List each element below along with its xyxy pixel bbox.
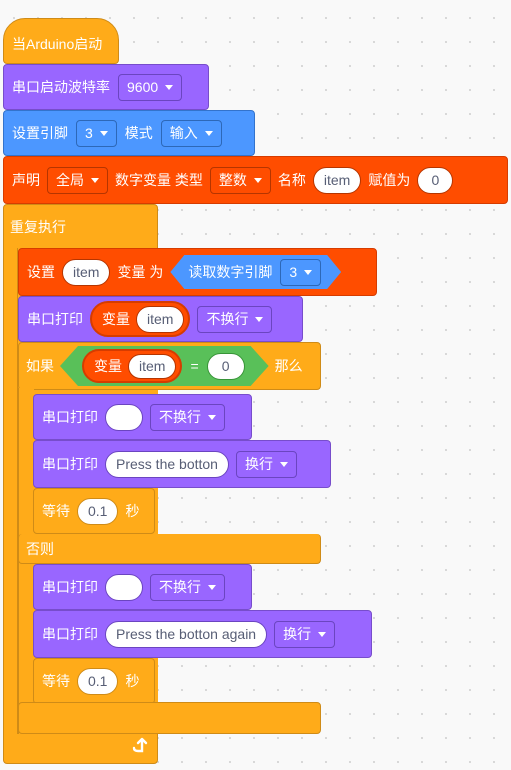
type-value: 整数 xyxy=(218,172,247,188)
chevron-down-icon xyxy=(304,270,312,275)
declare-label: 声明 xyxy=(12,172,40,188)
else-label: 否则 xyxy=(26,540,54,557)
chevron-down-icon xyxy=(255,316,264,322)
serial-print-label: 串口打印 xyxy=(42,626,98,642)
wait-seconds-input[interactable]: 0.1 xyxy=(77,497,119,525)
chevron-down-icon xyxy=(91,177,99,183)
scope-value: 全局 xyxy=(56,172,84,188)
serial-print-label: 串口打印 xyxy=(42,409,98,425)
serial-print-variable-block[interactable]: 串口打印 变量 item 不换行 xyxy=(18,296,303,342)
print-text-input[interactable] xyxy=(105,573,143,601)
set-pin-label: 设置引脚 xyxy=(12,125,68,141)
newline-value: 不换行 xyxy=(206,311,249,327)
chevron-down-icon xyxy=(99,130,108,136)
variable-reporter-name[interactable]: item xyxy=(136,305,185,333)
if-else-footer xyxy=(18,702,321,734)
if-header: 如果 变量 item = 0 那么 xyxy=(19,342,303,390)
set-mid-label: 变量 为 xyxy=(117,264,164,280)
chevron-down-icon xyxy=(208,414,216,420)
print-text-input[interactable] xyxy=(105,403,143,431)
serial-print-block[interactable]: 串口打印 Press the botton again 换行 xyxy=(33,610,372,658)
scope-dropdown[interactable]: 全局 xyxy=(47,166,108,194)
serial-begin-block[interactable]: 串口启动波特率 9600 xyxy=(3,64,209,110)
digital-read-label: 读取数字引脚 xyxy=(188,264,273,280)
newline-value: 换行 xyxy=(244,456,273,472)
read-pin-dropdown[interactable]: 3 xyxy=(280,259,321,286)
newline-value: 不换行 xyxy=(159,409,201,425)
chevron-down-icon xyxy=(253,177,262,183)
set-variable-name-input[interactable]: item xyxy=(62,258,111,286)
seconds-unit-label: 秒 xyxy=(125,503,140,519)
mode-value: 输入 xyxy=(169,125,198,141)
mode-dropdown[interactable]: 输入 xyxy=(160,119,222,147)
name-label: 名称 xyxy=(277,172,306,188)
print-text-input[interactable]: Press the botton xyxy=(105,450,229,478)
initial-value-input[interactable]: 0 xyxy=(417,166,454,194)
pin-value: 3 xyxy=(85,125,93,141)
read-pin-value: 3 xyxy=(289,264,298,280)
newline-dropdown[interactable]: 不换行 xyxy=(150,573,225,601)
newline-value: 换行 xyxy=(283,626,312,642)
serial-print-block[interactable]: 串口打印 不换行 xyxy=(33,394,252,440)
condition-variable-name[interactable]: item xyxy=(128,354,176,379)
condition-variable-label: 变量 xyxy=(94,358,122,374)
type-dropdown[interactable]: 整数 xyxy=(209,166,271,194)
pin-dropdown[interactable]: 3 xyxy=(76,119,117,147)
print-text-input[interactable]: Press the botton again xyxy=(105,620,268,648)
chevron-down-icon xyxy=(208,584,216,590)
forever-loop-header: 重复执行 xyxy=(4,206,66,248)
chevron-down-icon xyxy=(279,461,288,467)
chevron-down-icon xyxy=(318,631,327,637)
seconds-unit-label: 秒 xyxy=(125,673,140,689)
mode-label: 模式 xyxy=(124,125,153,141)
forever-loop-label: 重复执行 xyxy=(10,219,66,235)
wait-seconds-input[interactable]: 0.1 xyxy=(77,667,119,695)
equals-condition[interactable]: 变量 item = 0 xyxy=(60,346,269,386)
declare-variable-block[interactable]: 声明 全局 数字变量 类型 整数 名称 item 赋值为 0 xyxy=(3,156,508,204)
newline-dropdown[interactable]: 换行 xyxy=(274,620,336,648)
variable-reporter-label: 变量 xyxy=(102,311,130,327)
then-label: 那么 xyxy=(274,358,303,374)
newline-dropdown[interactable]: 不换行 xyxy=(150,403,225,431)
serial-print-label: 串口打印 xyxy=(42,579,98,595)
digital-read-reporter[interactable]: 读取数字引脚 3 xyxy=(170,255,341,289)
set-label: 设置 xyxy=(27,264,55,280)
wait-block[interactable]: 等待 0.1 秒 xyxy=(33,488,155,534)
set-variable-block[interactable]: 设置 item 变量 为 读取数字引脚 3 xyxy=(18,248,377,296)
hat-block-label: 当Arduino启动 xyxy=(12,36,103,52)
serial-print-block[interactable]: 串口打印 Press the botton 换行 xyxy=(33,440,331,488)
condition-variable-reporter[interactable]: 变量 item xyxy=(82,349,182,383)
else-header: 否则 xyxy=(18,534,321,564)
loop-arrow-icon xyxy=(130,737,148,755)
chevron-down-icon xyxy=(204,130,213,136)
when-arduino-starts-hat-block[interactable]: 当Arduino启动 xyxy=(3,18,119,64)
newline-dropdown[interactable]: 换行 xyxy=(235,450,297,478)
chevron-down-icon xyxy=(165,84,174,90)
serial-print-label: 串口打印 xyxy=(42,456,98,472)
variable-reporter[interactable]: 变量 item xyxy=(90,301,191,337)
if-label: 如果 xyxy=(26,358,54,374)
wait-label: 等待 xyxy=(42,503,70,519)
baud-rate-value: 9600 xyxy=(127,79,159,95)
serial-begin-label: 串口启动波特率 xyxy=(12,79,110,95)
condition-value-input[interactable]: 0 xyxy=(207,353,245,380)
variable-name-input[interactable]: item xyxy=(312,166,362,194)
baud-rate-dropdown[interactable]: 9600 xyxy=(118,73,183,101)
assign-label: 赋值为 xyxy=(368,172,411,188)
set-pin-mode-block[interactable]: 设置引脚 3 模式 输入 xyxy=(3,110,255,156)
newline-dropdown[interactable]: 不换行 xyxy=(197,305,273,333)
type-label: 数字变量 类型 xyxy=(115,172,203,188)
wait-block[interactable]: 等待 0.1 秒 xyxy=(33,658,155,704)
serial-print-block[interactable]: 串口打印 不换行 xyxy=(33,564,252,610)
serial-print-label: 串口打印 xyxy=(27,311,83,327)
wait-label: 等待 xyxy=(42,673,70,689)
equals-operator: = xyxy=(190,358,199,374)
newline-value: 不换行 xyxy=(159,579,201,595)
